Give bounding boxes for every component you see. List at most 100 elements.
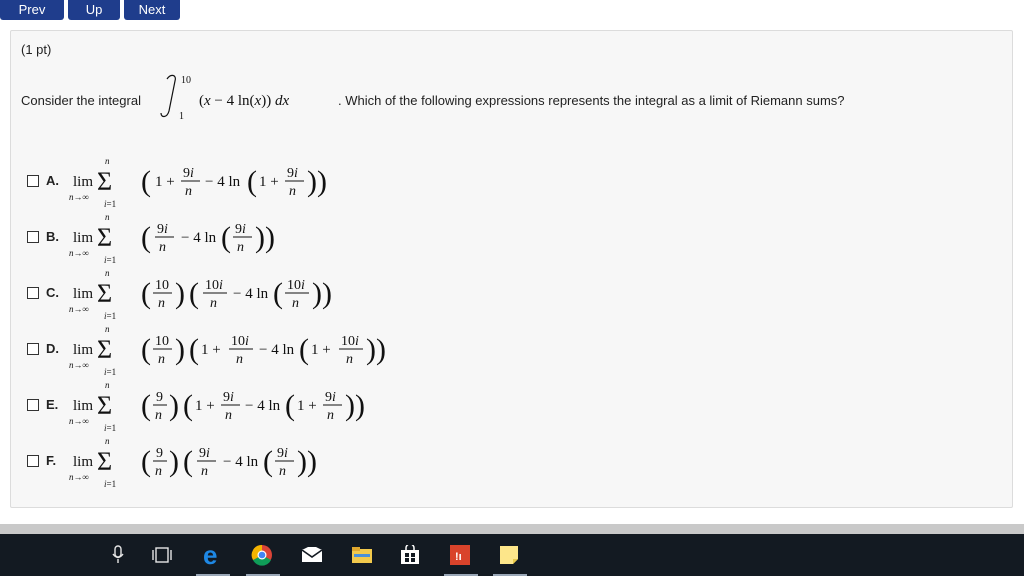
svg-text:9i: 9i [199,446,210,461]
option-f-label: F. [46,453,57,468]
points-label: (1 pt) [21,42,52,57]
svg-text:lim: lim [73,230,93,246]
svg-text:9: 9 [156,446,163,461]
svg-text:n: n [185,184,192,199]
svg-text:Σ: Σ [97,167,112,196]
edge-icon[interactable]: e [200,543,224,567]
svg-text:n: n [158,352,165,367]
option-b-label: B. [46,229,59,244]
svg-text:9i: 9i [277,446,288,461]
svg-text:9i: 9i [325,390,336,405]
svg-text:1 +: 1 + [201,342,221,358]
svg-text:): ) [175,333,185,366]
prev-button[interactable]: Prev [0,0,64,20]
option-e: E. lim n→∞ n Σ i=1 ( 9 n ) ( 1 + 9i n − … [25,379,445,435]
svg-text:): ) [169,389,179,422]
svg-text:lim: lim [73,398,93,414]
next-button[interactable]: Next [124,0,180,20]
svg-text:n: n [155,408,162,423]
svg-text:i=1: i=1 [104,255,116,265]
svg-text:n→∞: n→∞ [69,248,89,258]
option-e-checkbox[interactable] [27,399,39,411]
svg-text:9i: 9i [223,390,234,405]
option-d: D. lim n→∞ n Σ i=1 ( 10 n ) ( 1 + 10i n … [25,323,445,379]
integral-upper-limit: 10 [181,75,191,86]
horizontal-scrollbar[interactable] [0,524,1024,534]
option-b: B. lim n→∞ n Σ i=1 ( 9i n − 4 ln ( 9i n … [25,211,445,267]
svg-text:1 +: 1 + [195,398,215,414]
svg-text:): ) [297,445,307,478]
svg-text:1 +: 1 + [311,342,331,358]
svg-text:): ) [376,333,386,366]
office-icon[interactable]: !ı [448,543,472,567]
svg-text:10i: 10i [287,278,305,293]
svg-text:(: ( [247,165,257,198]
option-b-formula: lim n→∞ n Σ i=1 ( 9i n − 4 ln ( 9i n ) ) [69,212,275,265]
svg-text:): ) [175,277,185,310]
svg-text:(: ( [285,389,295,422]
option-c-checkbox[interactable] [27,287,39,299]
svg-text:): ) [307,445,317,478]
svg-text:(: ( [189,333,199,366]
svg-text:(: ( [221,221,231,254]
svg-text:n: n [158,296,165,311]
task-view-icon[interactable] [150,543,174,567]
svg-text:Σ: Σ [97,335,112,364]
question-lead: Consider the integral [21,93,141,108]
integrand: (x − 4 ln(x)) dx [199,93,289,109]
option-d-checkbox[interactable] [27,343,39,355]
problem-panel: (1 pt) Consider the integral 10 1 (x − 4… [10,30,1013,508]
svg-text:10i: 10i [231,334,249,349]
svg-text:10i: 10i [341,334,359,349]
svg-text:n: n [237,240,244,255]
svg-text:(: ( [263,445,273,478]
svg-text:n: n [105,324,110,334]
svg-text:Σ: Σ [97,223,112,252]
svg-text:9: 9 [156,390,163,405]
svg-text:lim: lim [73,342,93,358]
svg-text:(: ( [141,333,151,366]
svg-text:Σ: Σ [97,279,112,308]
taskbar: e !ı [0,534,1024,576]
svg-text:n→∞: n→∞ [69,472,89,482]
svg-text:1 +: 1 + [259,174,279,190]
page-gap [0,510,1024,524]
svg-text:− 4 ln: − 4 ln [245,398,281,414]
svg-text:lim: lim [73,174,93,190]
mail-icon[interactable] [300,543,324,567]
option-c: C. lim n→∞ n Σ i=1 ( 10 n ) ( 10i n − 4 … [25,267,445,323]
svg-text:i=1: i=1 [104,367,116,377]
svg-text:(: ( [141,221,151,254]
svg-text:(: ( [141,389,151,422]
svg-text:n→∞: n→∞ [69,304,89,314]
svg-text:n: n [327,408,334,423]
svg-text:(: ( [141,165,151,198]
option-c-label: C. [46,285,59,300]
svg-text:9i: 9i [183,166,194,181]
svg-text:9i: 9i [287,166,298,181]
svg-text:(: ( [141,445,151,478]
svg-text:): ) [255,221,265,254]
svg-text:n: n [105,436,110,446]
svg-text:i=1: i=1 [104,311,116,321]
option-f-formula: lim n→∞ n Σ i=1 ( 9 n ) ( 9i n − 4 ln ( … [69,436,317,489]
svg-text:lim: lim [73,286,93,302]
svg-text:): ) [169,445,179,478]
svg-text:e: e [203,543,217,567]
file-explorer-icon[interactable] [350,543,374,567]
option-f-checkbox[interactable] [27,455,39,467]
microphone-icon[interactable] [106,543,130,567]
svg-text:!ı: !ı [455,551,462,563]
question-text: Consider the integral 10 1 (x − 4 ln(x))… [21,71,1001,121]
option-a-checkbox[interactable] [27,175,39,187]
integral-expression: 10 1 (x − 4 ln(x)) dx [160,74,289,121]
option-b-checkbox[interactable] [27,231,39,243]
chrome-icon[interactable] [250,543,274,567]
svg-text:): ) [317,165,327,198]
svg-text:lim: lim [73,454,93,470]
store-icon[interactable] [398,543,422,567]
svg-text:): ) [307,165,317,198]
svg-text:): ) [366,333,376,366]
sticky-notes-icon[interactable] [497,543,521,567]
up-button[interactable]: Up [68,0,120,20]
